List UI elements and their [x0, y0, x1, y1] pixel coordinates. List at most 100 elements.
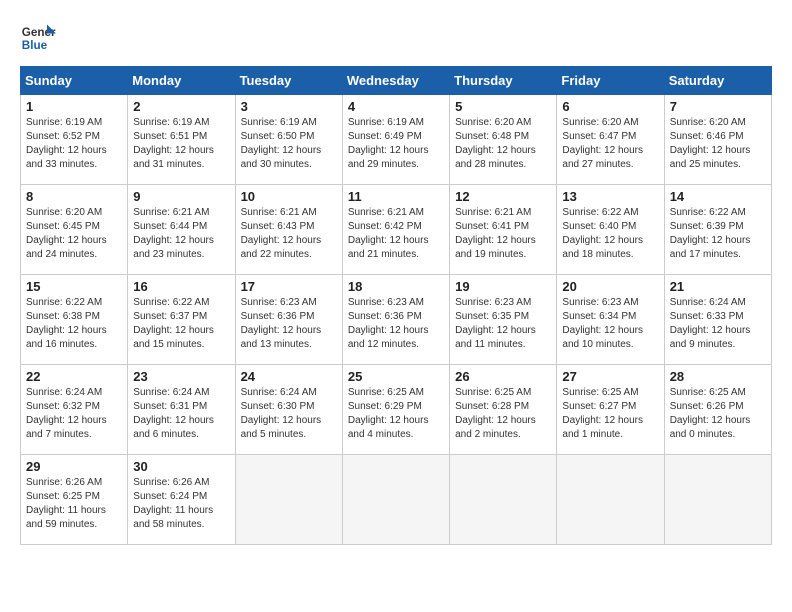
day-number: 20: [562, 279, 658, 294]
day-cell: 7Sunrise: 6:20 AMSunset: 6:46 PMDaylight…: [664, 95, 771, 185]
day-info: Sunrise: 6:25 AMSunset: 6:28 PMDaylight:…: [455, 386, 551, 442]
day-info: Sunrise: 6:19 AMSunset: 6:52 PMDaylight:…: [26, 116, 122, 172]
day-cell: 5 Sunrise: 6:20 AMSunset: 6:48 PMDaylight…: [450, 95, 557, 185]
day-number: 28: [670, 369, 766, 384]
day-info: Sunrise: 6:25 AMSunset: 6:29 PMDaylight:…: [348, 386, 444, 442]
header-cell-monday: Monday: [128, 67, 235, 95]
page-header: General Blue: [20, 20, 772, 56]
day-cell: [664, 455, 771, 545]
calendar-table: SundayMondayTuesdayWednesdayThursdayFrid…: [20, 66, 772, 545]
day-info: Sunrise: 6:23 AMSunset: 6:35 PMDaylight:…: [455, 296, 551, 352]
day-cell: 23 Sunrise: 6:24 AMSunset: 6:31 PMDayligh…: [128, 365, 235, 455]
week-row-2: 8 Sunrise: 6:20 AMSunset: 6:45 PMDaylight…: [21, 185, 772, 275]
day-cell: 9Sunrise: 6:21 AMSunset: 6:44 PMDaylight…: [128, 185, 235, 275]
day-info: Sunrise: 6:19 AMSunset: 6:49 PMDaylight:…: [348, 116, 444, 172]
day-cell: [235, 455, 342, 545]
day-info: Sunrise: 6:22 AMSunset: 6:39 PMDaylight:…: [670, 206, 766, 262]
day-number: 27: [562, 369, 658, 384]
day-number: 24: [241, 369, 337, 384]
day-number: 9: [133, 189, 229, 204]
day-info: Sunrise: 6:24 AMSunset: 6:30 PMDaylight:…: [241, 386, 337, 442]
day-number: 12: [455, 189, 551, 204]
header-cell-thursday: Thursday: [450, 67, 557, 95]
day-cell: 17 Sunrise: 6:23 AMSunset: 6:36 PMDayligh…: [235, 275, 342, 365]
day-cell: 15 Sunrise: 6:22 AMSunset: 6:38 PMDayligh…: [21, 275, 128, 365]
day-info: Sunrise: 6:24 AMSunset: 6:31 PMDaylight:…: [133, 386, 229, 442]
day-info: Sunrise: 6:23 AMSunset: 6:36 PMDaylight:…: [241, 296, 337, 352]
day-number: 10: [241, 189, 337, 204]
day-cell: 21 Sunrise: 6:24 AMSunset: 6:33 PMDayligh…: [664, 275, 771, 365]
day-cell: 28 Sunrise: 6:25 AMSunset: 6:26 PMDayligh…: [664, 365, 771, 455]
day-number: 7: [670, 99, 766, 114]
day-cell: 16 Sunrise: 6:22 AMSunset: 6:37 PMDayligh…: [128, 275, 235, 365]
logo-icon: General Blue: [20, 20, 56, 56]
day-cell: 12Sunrise: 6:21 AMSunset: 6:41 PMDayligh…: [450, 185, 557, 275]
day-number: 5: [455, 99, 551, 114]
day-number: 23: [133, 369, 229, 384]
day-number: 6: [562, 99, 658, 114]
day-info: Sunrise: 6:22 AMSunset: 6:40 PMDaylight:…: [562, 206, 658, 262]
day-cell: [450, 455, 557, 545]
header-cell-wednesday: Wednesday: [342, 67, 449, 95]
day-cell: 14 Sunrise: 6:22 AMSunset: 6:39 PMDayligh…: [664, 185, 771, 275]
day-cell: [342, 455, 449, 545]
header-cell-friday: Friday: [557, 67, 664, 95]
logo: General Blue: [20, 20, 56, 56]
day-info: Sunrise: 6:20 AMSunset: 6:45 PMDaylight:…: [26, 206, 122, 262]
day-cell: 24 Sunrise: 6:24 AMSunset: 6:30 PMDayligh…: [235, 365, 342, 455]
day-info: Sunrise: 6:21 AMSunset: 6:42 PMDaylight:…: [348, 206, 444, 262]
day-cell: 1 Sunrise: 6:19 AMSunset: 6:52 PMDaylight…: [21, 95, 128, 185]
day-number: 19: [455, 279, 551, 294]
week-row-5: 29 Sunrise: 6:26 AMSunset: 6:25 PMDayligh…: [21, 455, 772, 545]
day-info: Sunrise: 6:22 AMSunset: 6:37 PMDaylight:…: [133, 296, 229, 352]
day-info: Sunrise: 6:26 AMSunset: 6:24 PMDaylight:…: [133, 476, 229, 532]
svg-text:Blue: Blue: [22, 39, 48, 52]
day-info: Sunrise: 6:21 AMSunset: 6:43 PMDaylight:…: [241, 206, 337, 262]
day-cell: 19 Sunrise: 6:23 AMSunset: 6:35 PMDayligh…: [450, 275, 557, 365]
calendar-body: 1 Sunrise: 6:19 AMSunset: 6:52 PMDaylight…: [21, 95, 772, 545]
week-row-1: 1 Sunrise: 6:19 AMSunset: 6:52 PMDaylight…: [21, 95, 772, 185]
day-number: 17: [241, 279, 337, 294]
day-info: Sunrise: 6:25 AMSunset: 6:26 PMDaylight:…: [670, 386, 766, 442]
day-cell: 25Sunrise: 6:25 AMSunset: 6:29 PMDayligh…: [342, 365, 449, 455]
day-cell: [557, 455, 664, 545]
day-number: 8: [26, 189, 122, 204]
day-cell: 29 Sunrise: 6:26 AMSunset: 6:25 PMDayligh…: [21, 455, 128, 545]
day-cell: 10 Sunrise: 6:21 AMSunset: 6:43 PMDayligh…: [235, 185, 342, 275]
day-number: 1: [26, 99, 122, 114]
day-number: 11: [348, 189, 444, 204]
day-number: 13: [562, 189, 658, 204]
day-number: 16: [133, 279, 229, 294]
day-number: 21: [670, 279, 766, 294]
day-info: Sunrise: 6:19 AMSunset: 6:50 PMDaylight:…: [241, 116, 337, 172]
header-cell-saturday: Saturday: [664, 67, 771, 95]
week-row-4: 22 Sunrise: 6:24 AMSunset: 6:32 PMDayligh…: [21, 365, 772, 455]
day-number: 3: [241, 99, 337, 114]
day-info: Sunrise: 6:26 AMSunset: 6:25 PMDaylight:…: [26, 476, 122, 532]
day-info: Sunrise: 6:25 AMSunset: 6:27 PMDaylight:…: [562, 386, 658, 442]
day-info: Sunrise: 6:23 AMSunset: 6:34 PMDaylight:…: [562, 296, 658, 352]
day-info: Sunrise: 6:23 AMSunset: 6:36 PMDaylight:…: [348, 296, 444, 352]
day-info: Sunrise: 6:20 AMSunset: 6:48 PMDaylight:…: [455, 116, 551, 172]
day-info: Sunrise: 6:24 AMSunset: 6:32 PMDaylight:…: [26, 386, 122, 442]
day-number: 4: [348, 99, 444, 114]
day-cell: 2Sunrise: 6:19 AMSunset: 6:51 PMDaylight…: [128, 95, 235, 185]
day-info: Sunrise: 6:22 AMSunset: 6:38 PMDaylight:…: [26, 296, 122, 352]
day-info: Sunrise: 6:24 AMSunset: 6:33 PMDaylight:…: [670, 296, 766, 352]
day-number: 29: [26, 459, 122, 474]
day-number: 22: [26, 369, 122, 384]
day-cell: 11 Sunrise: 6:21 AMSunset: 6:42 PMDayligh…: [342, 185, 449, 275]
day-cell: 6 Sunrise: 6:20 AMSunset: 6:47 PMDaylight…: [557, 95, 664, 185]
day-info: Sunrise: 6:20 AMSunset: 6:47 PMDaylight:…: [562, 116, 658, 172]
day-cell: 30 Sunrise: 6:26 AMSunset: 6:24 PMDayligh…: [128, 455, 235, 545]
day-cell: 27 Sunrise: 6:25 AMSunset: 6:27 PMDayligh…: [557, 365, 664, 455]
calendar-header-row: SundayMondayTuesdayWednesdayThursdayFrid…: [21, 67, 772, 95]
day-number: 30: [133, 459, 229, 474]
header-cell-tuesday: Tuesday: [235, 67, 342, 95]
day-number: 14: [670, 189, 766, 204]
day-cell: 4 Sunrise: 6:19 AMSunset: 6:49 PMDaylight…: [342, 95, 449, 185]
day-cell: 13 Sunrise: 6:22 AMSunset: 6:40 PMDayligh…: [557, 185, 664, 275]
day-cell: 3 Sunrise: 6:19 AMSunset: 6:50 PMDaylight…: [235, 95, 342, 185]
day-number: 2: [133, 99, 229, 114]
day-number: 15: [26, 279, 122, 294]
